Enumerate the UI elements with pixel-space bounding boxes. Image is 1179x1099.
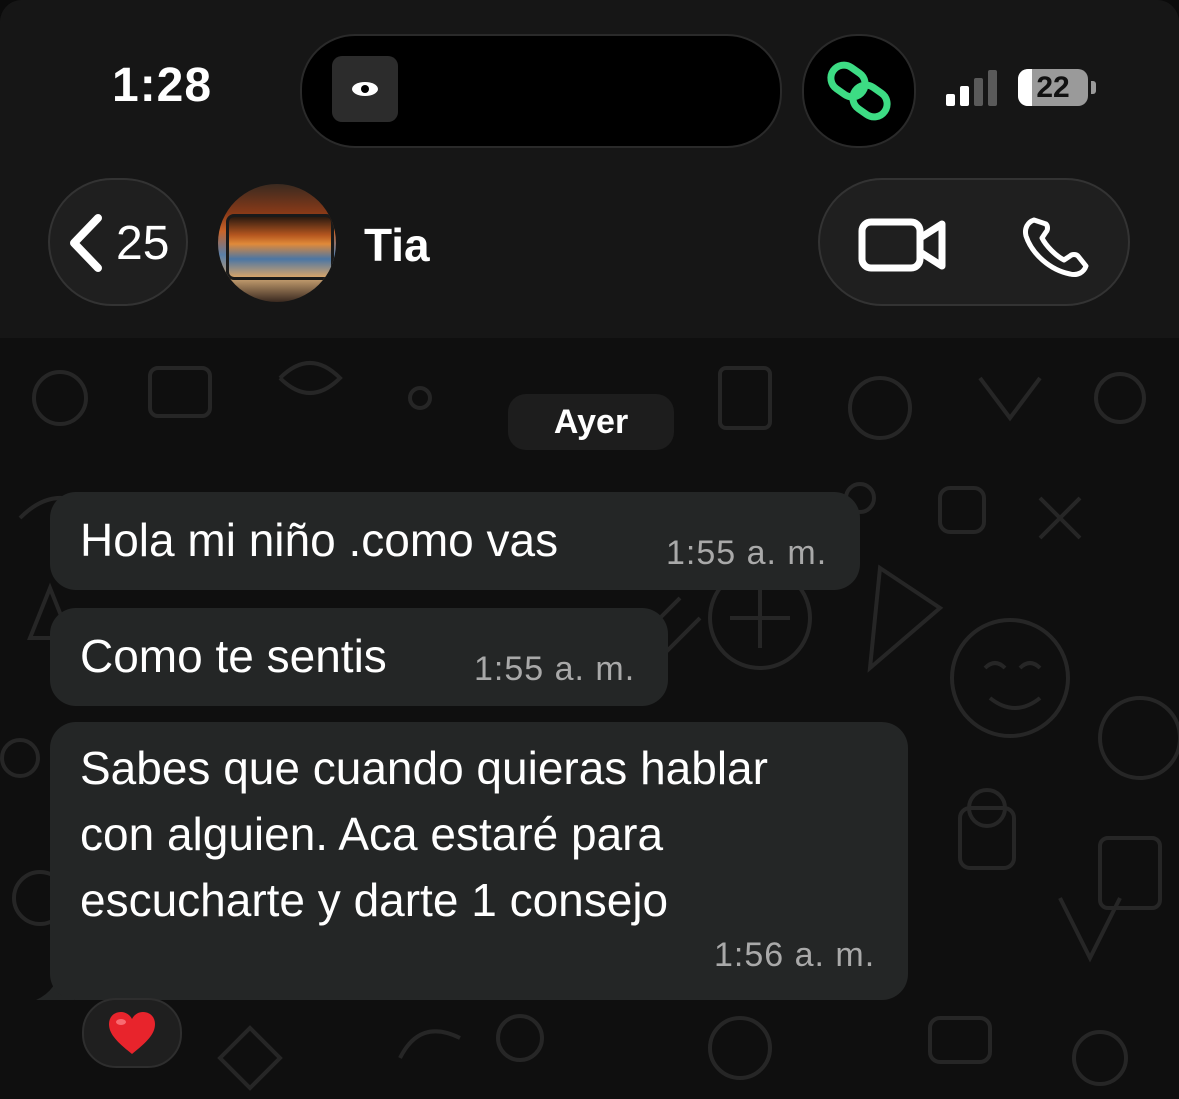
dynamic-island[interactable]: [300, 34, 782, 148]
message-bubble[interactable]: Sabes que cuando quieras hablar con algu…: [50, 722, 908, 1000]
message-bubble[interactable]: Como te sentis 1:55 a. m.: [50, 608, 668, 706]
message-text-line: con alguien. Aca estaré para: [80, 808, 664, 860]
eye-icon: [352, 82, 378, 96]
battery-level: 22: [1036, 71, 1070, 104]
battery-icon: 22: [1018, 69, 1088, 106]
island-activity[interactable]: [802, 34, 916, 148]
date-separator: Ayer: [508, 394, 674, 450]
message-text-line: escucharte y darte 1 consejo: [80, 874, 669, 926]
contact-name[interactable]: Tia: [364, 218, 430, 272]
message-time: 1:55 a. m.: [474, 650, 636, 688]
message-text: Hola mi niño .como vas: [80, 514, 559, 566]
battery-tip: [1091, 81, 1096, 94]
media-thumbnail[interactable]: [332, 56, 398, 122]
chat-screen: 1:28 22 25 Tia Ayer Hola mi niño .como v…: [0, 0, 1179, 1099]
signal-icon: [946, 70, 997, 106]
back-button[interactable]: 25: [48, 178, 188, 306]
message-bubble[interactable]: Hola mi niño .como vas 1:55 a. m.: [50, 492, 860, 590]
chat-header: 25 Tia: [0, 160, 1179, 338]
link-icon: [827, 61, 891, 121]
heart-icon: [109, 1012, 155, 1054]
chevron-left-icon: [70, 214, 102, 272]
phone-icon[interactable]: [1020, 214, 1094, 278]
reaction-badge[interactable]: [82, 998, 182, 1068]
avatar[interactable]: [218, 184, 336, 302]
message-time: 1:55 a. m.: [666, 534, 828, 572]
status-time: 1:28: [112, 59, 213, 112]
video-camera-icon[interactable]: [858, 216, 948, 274]
avatar-image: [226, 214, 334, 280]
message-text: Como te sentis: [80, 630, 387, 682]
chat-area[interactable]: Ayer Hola mi niño .como vas 1:55 a. m. C…: [0, 338, 1179, 1099]
unread-count: 25: [116, 217, 170, 270]
call-actions: [818, 178, 1130, 306]
message-time: 1:56 a. m.: [714, 936, 876, 974]
message-text-line: Sabes que cuando quieras hablar: [80, 742, 768, 794]
status-bar: 1:28 22: [0, 0, 1179, 160]
